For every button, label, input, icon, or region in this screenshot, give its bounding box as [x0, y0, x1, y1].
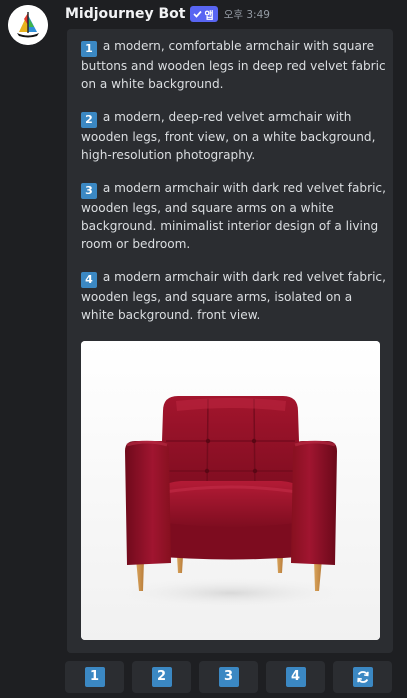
app-tag: 앱 — [190, 6, 218, 22]
refresh-icon — [352, 667, 373, 687]
number-3-icon: 3 — [81, 183, 97, 199]
armchair-image — [81, 341, 380, 640]
embed: 1 a modern, comfortable armchair with sq… — [67, 29, 393, 653]
prompt-4: 4 a modern armchair with dark red velvet… — [81, 268, 386, 324]
prompt-text: a modern, comfortable armchair with squa… — [81, 39, 386, 91]
button-1[interactable]: 1 — [65, 661, 124, 693]
app-tag-label: 앱 — [204, 10, 214, 22]
button-4[interactable]: 4 — [266, 661, 325, 693]
button-3[interactable]: 3 — [199, 661, 258, 693]
prompt-2: 2 a modern, deep-red velvet armchair wit… — [81, 108, 386, 164]
number-3-icon: 3 — [218, 667, 239, 687]
number-4-icon: 4 — [81, 272, 97, 288]
action-buttons: 1 2 3 4 — [65, 661, 392, 693]
number-1-icon: 1 — [81, 41, 97, 57]
reroll-button[interactable] — [333, 661, 392, 693]
number-2-icon: 2 — [81, 112, 97, 128]
prompt-text: a modern armchair with dark red velvet f… — [81, 181, 386, 251]
message-header: Midjourney Bot 앱 오후 3:49 — [65, 3, 270, 25]
checkmark-icon — [193, 10, 203, 18]
username[interactable]: Midjourney Bot — [65, 6, 185, 22]
prompt-text: a modern, deep-red velvet armchair with … — [81, 110, 376, 162]
number-4-icon: 4 — [285, 667, 306, 687]
avatar[interactable] — [8, 5, 48, 45]
embed-accent-bar — [67, 29, 71, 653]
generated-image[interactable] — [81, 341, 380, 640]
midjourney-logo-icon — [8, 5, 48, 45]
number-2-icon: 2 — [151, 667, 172, 687]
number-1-icon: 1 — [84, 667, 105, 687]
prompt-1: 1 a modern, comfortable armchair with sq… — [81, 37, 386, 93]
prompt-text: a modern armchair with dark red velvet f… — [81, 270, 386, 322]
button-2[interactable]: 2 — [132, 661, 191, 693]
message: Midjourney Bot 앱 오후 3:49 1 a modern, com… — [0, 0, 407, 698]
prompt-3: 3 a modern armchair with dark red velvet… — [81, 179, 386, 253]
timestamp[interactable]: 오후 3:49 — [224, 7, 270, 22]
